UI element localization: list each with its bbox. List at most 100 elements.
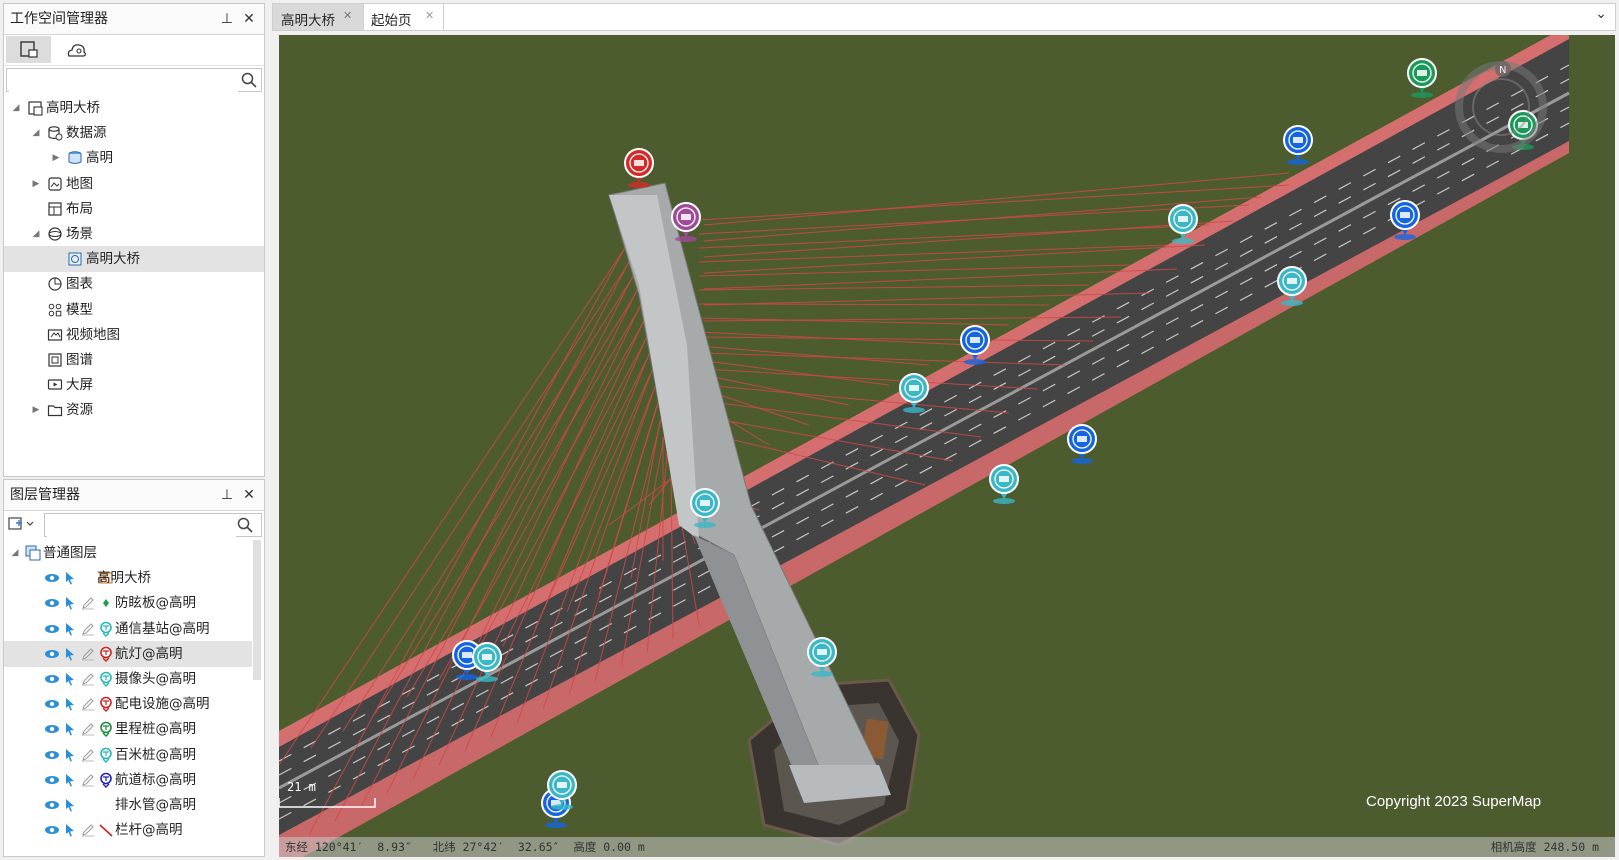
tree-item[interactable]: 模型	[4, 297, 264, 323]
layer-list-scrollbar[interactable]	[253, 540, 261, 680]
layer-row[interactable]: 百米桩@高明	[4, 742, 252, 768]
tree-item[interactable]: 视频地图	[4, 322, 264, 348]
close-icon[interactable]: ✕	[238, 4, 260, 34]
selectable-cursor-icon[interactable]	[62, 822, 78, 838]
visible-eye-icon[interactable]	[44, 696, 60, 712]
close-icon[interactable]: ✕	[425, 9, 434, 22]
layer-list: ◢ 普通图层 高明大桥 防眩板@高明 通信基站@高明 航灯@高明摄像头@高明配电设施@高明…	[4, 540, 264, 856]
visible-eye-icon[interactable]	[44, 721, 60, 737]
bridge-scene[interactable]: N 21 m Copyright 2023 SuperMap	[279, 35, 1615, 857]
visible-eye-icon[interactable]	[44, 772, 60, 788]
tree-item[interactable]: ▶ 高明	[4, 145, 264, 171]
tree-item[interactable]: ▶ 地图	[4, 171, 264, 197]
editable-pencil-icon[interactable]	[80, 696, 96, 712]
layer-row[interactable]: 摄像头@高明	[4, 666, 252, 692]
selectable-cursor-icon[interactable]	[62, 671, 78, 687]
visible-eye-icon[interactable]	[44, 822, 60, 838]
collapse-arrow-icon[interactable]: ◢	[10, 95, 22, 121]
compass-north-label: N	[1499, 65, 1506, 76]
selectable-cursor-icon[interactable]	[62, 747, 78, 763]
selectable-cursor-icon[interactable]	[62, 696, 78, 712]
scene-viewport[interactable]: N 21 m Copyright 2023 SuperMap 东经 120°41…	[279, 35, 1615, 857]
layer-label: 里程桩@高明	[115, 721, 196, 738]
layer-row[interactable]: 排水管@高明	[4, 792, 252, 818]
layer-search-input[interactable]	[47, 515, 236, 537]
selectable-cursor-icon[interactable]	[62, 721, 78, 737]
tree-item[interactable]: 大屏	[4, 372, 264, 398]
selectable-cursor-icon[interactable]	[62, 646, 78, 662]
search-icon[interactable]	[241, 72, 257, 88]
tab-list-dropdown-icon[interactable]: ⌄	[1595, 6, 1607, 22]
tree-item[interactable]: ▶ 资源	[4, 397, 264, 423]
expand-arrow-icon[interactable]: ▶	[30, 397, 42, 423]
visible-eye-icon[interactable]	[44, 595, 60, 611]
pin-icon[interactable]: ⊥	[216, 4, 238, 34]
layer-row[interactable]: 高明大桥	[4, 565, 252, 591]
layer-row[interactable]: 航道标@高明	[4, 767, 252, 793]
editable-pencil-icon[interactable]	[80, 822, 96, 838]
add-layer-button[interactable]	[7, 515, 41, 535]
visible-eye-icon[interactable]	[44, 797, 60, 813]
collapse-arrow-icon[interactable]: ◢	[30, 120, 42, 146]
layer-style-icon	[100, 621, 112, 637]
visible-eye-icon[interactable]	[44, 747, 60, 763]
screen-icon	[47, 379, 63, 390]
tab-start-page[interactable]: 起始页 ✕	[363, 4, 444, 30]
layer-style-icon	[100, 671, 112, 687]
search-icon[interactable]	[237, 517, 253, 533]
editable-pencil-icon[interactable]	[80, 595, 96, 611]
workspace-tab-cloud[interactable]	[54, 36, 99, 63]
expand-arrow-icon[interactable]: ▶	[50, 145, 62, 171]
selectable-cursor-icon[interactable]	[62, 797, 78, 813]
tree-item[interactable]: 图表	[4, 271, 264, 297]
tree-item[interactable]: ◢ 数据源	[4, 120, 264, 146]
visible-eye-icon[interactable]	[44, 671, 60, 687]
pin-icon[interactable]: ⊥	[216, 480, 238, 510]
layer-row[interactable]: 通信基站@高明	[4, 616, 252, 642]
editable-pencil-icon[interactable]	[80, 772, 96, 788]
layer-search-box[interactable]	[44, 513, 262, 537]
scene-item-icon	[68, 252, 82, 266]
selectable-cursor-icon[interactable]	[62, 570, 78, 586]
layout-icon	[48, 202, 62, 216]
selectable-cursor-icon[interactable]	[62, 595, 78, 611]
layer-row[interactable]: 防眩板@高明	[4, 590, 252, 616]
layer-row[interactable]: 航灯@高明	[4, 640, 252, 667]
collapse-arrow-icon[interactable]: ◢	[9, 540, 21, 566]
tree-item[interactable]: 布局	[4, 196, 264, 222]
close-icon[interactable]: ✕	[343, 9, 352, 22]
close-icon[interactable]: ✕	[238, 480, 260, 510]
workspace-tab-resources[interactable]	[6, 36, 51, 63]
layer-group-row[interactable]: ◢ 普通图层	[4, 540, 264, 566]
selectable-cursor-icon[interactable]	[62, 772, 78, 788]
video-map-icon	[47, 329, 63, 341]
database-icon	[68, 151, 82, 165]
editable-pencil-icon[interactable]	[80, 747, 96, 763]
layer-label: 摄像头@高明	[115, 671, 196, 687]
workspace-search-box[interactable]	[6, 68, 262, 92]
expand-arrow-icon[interactable]: ▶	[30, 171, 42, 197]
layer-row[interactable]: 配电设施@高明	[4, 691, 252, 717]
workspace-search-input[interactable]	[9, 70, 238, 92]
editable-pencil-icon[interactable]	[80, 671, 96, 687]
editable-pencil-icon[interactable]	[80, 621, 96, 637]
editable-pencil-icon[interactable]	[80, 721, 96, 737]
tree-item[interactable]: ◢ 高明大桥	[4, 95, 264, 121]
layer-row[interactable]: 栏杆@高明	[4, 817, 252, 843]
layer-style-icon	[100, 772, 112, 788]
tree-item[interactable]: 图谱	[4, 347, 264, 373]
layer-manager-header: 图层管理器 ⊥ ✕	[4, 480, 264, 511]
tab-label: 高明大桥	[281, 13, 335, 29]
layer-row[interactable]: 里程桩@高明	[4, 716, 252, 742]
visible-eye-icon[interactable]	[44, 621, 60, 637]
visible-eye-icon[interactable]	[44, 646, 60, 662]
tab-gaoming-bridge[interactable]: 高明大桥 ✕	[273, 4, 364, 30]
selectable-cursor-icon[interactable]	[62, 621, 78, 637]
visible-eye-icon[interactable]	[44, 570, 60, 586]
editable-pencil-icon[interactable]	[80, 646, 96, 662]
layer-label: 排水管@高明	[115, 797, 196, 813]
tree-item[interactable]: 高明大桥	[4, 246, 264, 273]
datasource-icon	[48, 126, 63, 141]
collapse-arrow-icon[interactable]: ◢	[30, 221, 42, 247]
tree-item[interactable]: ◢ 场景	[4, 221, 264, 247]
